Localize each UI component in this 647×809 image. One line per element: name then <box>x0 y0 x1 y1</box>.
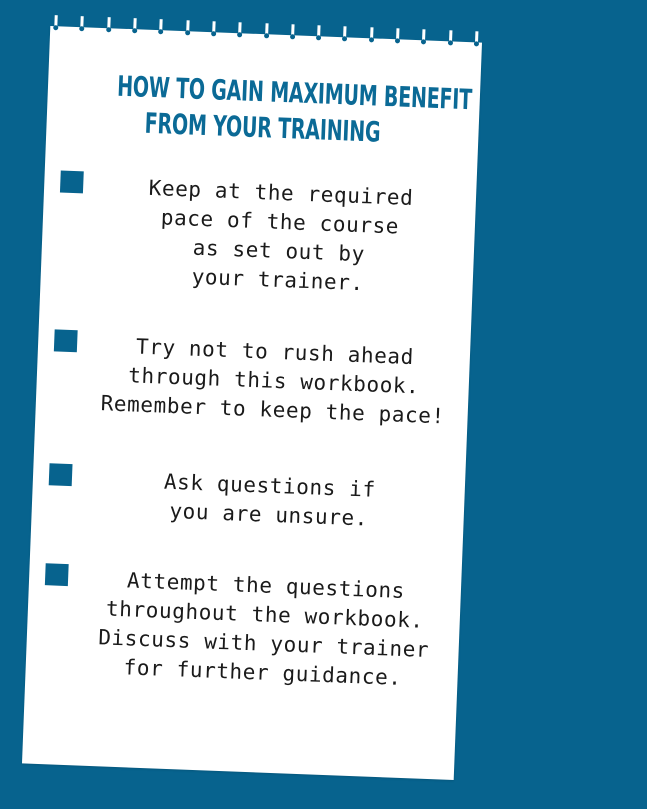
spiral-ring <box>264 23 269 37</box>
tip-item: Attempt the questions throughout the wor… <box>24 563 461 719</box>
spiral-ring <box>448 30 453 44</box>
spiral-ring <box>290 24 295 38</box>
tip-item: Try not to rush ahead through this workb… <box>33 329 470 485</box>
tip-item: Keep at the required pace of the course … <box>39 170 476 326</box>
spiral-ring <box>106 17 111 31</box>
square-bullet-icon <box>53 329 78 353</box>
spiral-ring <box>396 28 400 42</box>
spiral-ring <box>159 19 163 33</box>
tip-text: Attempt the questions throughout the wor… <box>97 568 430 690</box>
notepad-sheet: HOW TO GAIN MAXIMUM BENEFIT FROM YOUR TR… <box>21 15 483 781</box>
spiral-ring <box>343 26 347 40</box>
spiral-ring <box>185 20 190 34</box>
spiral-ring <box>369 27 374 41</box>
spiral-ring <box>238 22 242 36</box>
spiral-ring <box>474 31 479 45</box>
spiral-ring <box>54 15 58 29</box>
tip-text: Try not to rush ahead through this workb… <box>100 334 446 429</box>
spiral-ring <box>317 25 321 39</box>
square-bullet-icon <box>59 170 84 194</box>
spiral-binding <box>54 15 479 49</box>
square-bullet-icon <box>44 563 69 587</box>
tip-text: Keep at the required pace of the course … <box>148 175 414 296</box>
spiral-ring <box>212 21 216 35</box>
spiral-ring <box>422 29 426 43</box>
page-title: HOW TO GAIN MAXIMUM BENEFIT FROM YOUR TR… <box>115 69 473 152</box>
square-bullet-icon <box>48 463 73 487</box>
spiral-ring <box>133 18 137 32</box>
spiral-ring <box>80 16 85 30</box>
